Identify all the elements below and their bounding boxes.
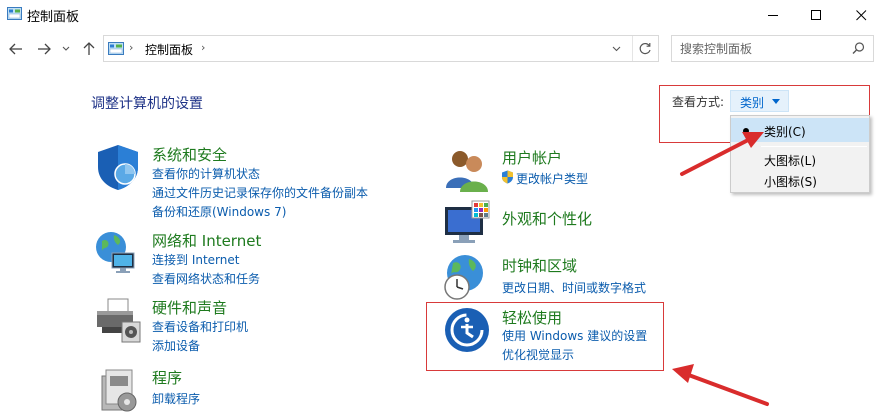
link-change-account-type[interactable]: 更改帐户类型 [516, 170, 588, 187]
up-button[interactable] [80, 40, 98, 58]
category-hardware-sound: 硬件和声音 查看设备和打印机 添加设备 [94, 296, 394, 356]
link-connect-internet[interactable]: 连接到 Internet [152, 251, 239, 268]
address-bar[interactable]: › 控制面板 › [103, 35, 659, 62]
menu-item-small-icons[interactable]: 小图标(S) [731, 168, 869, 192]
programs-box-icon[interactable] [94, 366, 142, 414]
view-by-dropdown[interactable]: 类别 [730, 90, 789, 112]
shield-icon[interactable] [94, 143, 142, 191]
back-arrow-icon [9, 43, 22, 55]
minimize-button[interactable] [750, 0, 796, 30]
link-network-status[interactable]: 查看网络状态和任务 [152, 270, 260, 287]
category-title[interactable]: 硬件和声音 [152, 297, 227, 318]
dropdown-arrow-icon [772, 99, 780, 104]
view-by-menu: 类别(C) 大图标(L) 小图标(S) [730, 115, 870, 193]
address-history-button[interactable] [604, 36, 628, 61]
page-title: 调整计算机的设置 [91, 96, 203, 112]
category-appearance: 外观和个性化 [443, 199, 663, 247]
link-devices-printers[interactable]: 查看设备和打印机 [152, 318, 248, 335]
category-title[interactable]: 轻松使用 [502, 307, 562, 328]
category-title[interactable]: 时钟和区域 [502, 255, 577, 276]
monitor-palette-icon[interactable] [443, 199, 491, 247]
link-backup-restore[interactable]: 备份和还原(Windows 7) [152, 203, 286, 220]
red-arrow-icon [672, 364, 769, 406]
view-by-value: 类别 [740, 96, 765, 110]
window-title: 控制面板 [27, 10, 80, 25]
category-clock-region: 时钟和区域 更改日期、时间或数字格式 [443, 253, 663, 305]
refresh-icon [639, 42, 651, 55]
category-title[interactable]: 程序 [152, 367, 182, 388]
up-arrow-icon [83, 42, 95, 55]
uac-shield-icon [502, 170, 513, 184]
category-user-accounts: 用户帐户 更改帐户类型 [443, 146, 663, 194]
link-change-date-time[interactable]: 更改日期、时间或数字格式 [502, 279, 646, 296]
network-globe-icon[interactable] [94, 229, 142, 277]
breadcrumb-chevron-icon[interactable]: › [201, 41, 205, 54]
category-system-security: 系统和安全 查看你的计算机状态 通过文件历史记录保存你的文件备份副本 备份和还原… [94, 143, 394, 223]
ease-of-access-icon[interactable] [443, 306, 491, 354]
link-add-device[interactable]: 添加设备 [152, 337, 200, 354]
forward-arrow-icon [38, 43, 51, 55]
refresh-button[interactable] [632, 36, 658, 61]
category-title[interactable]: 网络和 Internet [152, 230, 261, 251]
category-programs: 程序 卸载程序 [94, 366, 394, 414]
minimize-icon [767, 14, 778, 16]
view-by-label: 查看方式: [672, 95, 725, 109]
maximize-button[interactable] [793, 0, 839, 30]
link-file-history[interactable]: 通过文件历史记录保存你的文件备份副本 [152, 184, 368, 201]
printer-icon[interactable] [94, 296, 142, 344]
link-uninstall-program[interactable]: 卸载程序 [152, 390, 200, 407]
breadcrumb-chevron-icon[interactable]: › [129, 41, 133, 54]
selected-bullet-icon [743, 128, 749, 134]
category-title[interactable]: 外观和个性化 [502, 208, 592, 229]
menu-item-label: 大图标(L) [764, 154, 817, 168]
search-box[interactable] [671, 35, 874, 62]
users-icon[interactable] [443, 146, 491, 194]
search-input[interactable] [680, 40, 850, 58]
category-network-internet: 网络和 Internet 连接到 Internet 查看网络状态和任务 [94, 229, 394, 289]
maximize-icon [810, 9, 821, 20]
menu-item-label: 小图标(S) [764, 175, 817, 189]
category-title[interactable]: 系统和安全 [152, 144, 227, 165]
close-button[interactable] [838, 0, 884, 30]
recent-locations-button[interactable] [60, 40, 72, 58]
chevron-down-icon [62, 46, 70, 51]
category-title[interactable]: 用户帐户 [502, 147, 562, 168]
title-bar: 控制面板 [0, 0, 884, 30]
control-panel-icon [7, 7, 22, 20]
link-optimize-visual[interactable]: 优化视觉显示 [502, 346, 574, 363]
breadcrumb[interactable]: 控制面板 [145, 41, 193, 58]
chevron-down-icon [612, 46, 620, 51]
menu-item-label: 类别(C) [764, 125, 806, 139]
close-icon [855, 9, 866, 20]
forward-button[interactable] [35, 40, 53, 58]
category-ease-of-access: 轻松使用 使用 Windows 建议的设置 优化视觉显示 [443, 306, 663, 366]
back-button[interactable] [7, 40, 25, 58]
link-view-computer-status[interactable]: 查看你的计算机状态 [152, 165, 260, 182]
link-recommended-settings[interactable]: 使用 Windows 建议的设置 [502, 327, 647, 344]
control-panel-icon [108, 42, 124, 55]
menu-item-category[interactable]: 类别(C) [731, 118, 869, 142]
search-icon[interactable] [852, 42, 865, 55]
globe-clock-icon[interactable] [443, 253, 491, 301]
